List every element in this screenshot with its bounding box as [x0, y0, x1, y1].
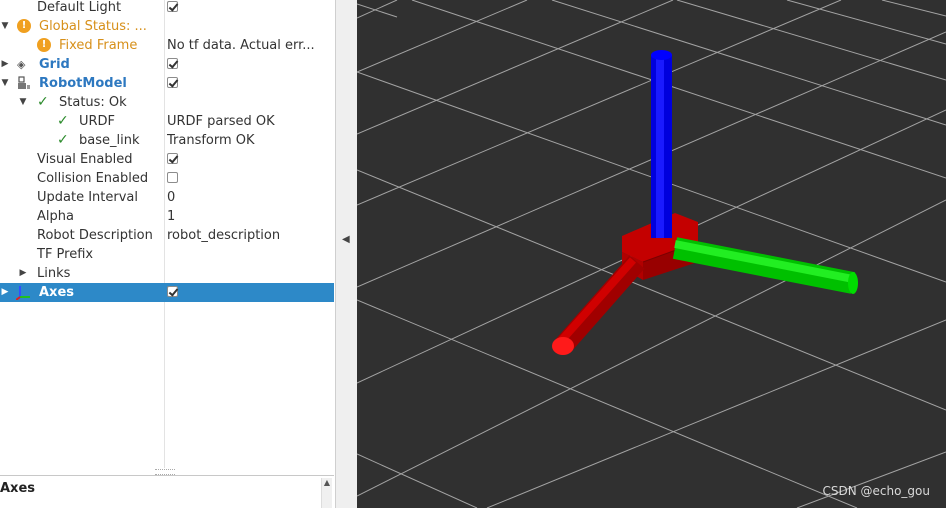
links-label: Links [37, 266, 71, 281]
base-link-value: Transform OK [167, 133, 255, 148]
tree-row-urdf[interactable]: ✓ URDF URDF parsed OK [0, 112, 334, 131]
update-interval-label: Update Interval [37, 190, 138, 205]
robot-icon [18, 76, 30, 89]
y-axis-green [672, 237, 858, 294]
tree-row-axes[interactable]: ▶ Axes [0, 283, 334, 302]
grid-label: Grid [39, 57, 70, 72]
checkmark-icon: ✓ [57, 113, 69, 129]
expand-arrow-down-icon[interactable]: ▼ [18, 93, 28, 112]
alpha-label: Alpha [37, 209, 74, 224]
description-title: Axes [0, 481, 36, 496]
expand-arrow-down-icon[interactable]: ▼ [0, 74, 10, 93]
tree-row-update-interval[interactable]: Update Interval 0 [0, 188, 334, 207]
warning-icon: ! [37, 38, 51, 52]
panel-collapse-handle[interactable]: ◀ [336, 0, 357, 508]
3d-viewport[interactable]: CSDN @echo_gou [357, 0, 946, 508]
tree-row-grid[interactable]: ▶ ◈ Grid [0, 55, 334, 74]
tf-prefix-label: TF Prefix [37, 247, 94, 262]
expand-arrow-down-icon[interactable]: ▼ [0, 17, 10, 36]
warning-icon: ! [17, 19, 31, 33]
collapse-arrow-left-icon[interactable]: ◀ [342, 234, 350, 245]
collision-enabled-label: Collision Enabled [37, 171, 149, 186]
urdf-value: URDF parsed OK [167, 114, 275, 129]
robot-description-value[interactable]: robot_description [167, 226, 280, 245]
checkmark-icon: ✓ [57, 132, 69, 148]
tree-row-status-ok[interactable]: ▼ ✓ Status: Ok [0, 93, 334, 112]
x-axis-red [552, 255, 645, 355]
scene-svg[interactable] [357, 0, 946, 508]
base-link-label: base_link [79, 133, 140, 148]
status-ok-label: Status: Ok [59, 95, 127, 110]
description-panel: Axes ▲ [0, 475, 334, 508]
visual-enabled-label: Visual Enabled [37, 152, 133, 167]
tree-row-robot-description[interactable]: Robot Description robot_description [0, 226, 334, 245]
grid-checkbox[interactable] [167, 58, 178, 69]
displays-panel: Default Light ▼ ! Global Status: ... ! F… [0, 0, 336, 508]
axes-checkbox[interactable] [167, 286, 178, 297]
alpha-value[interactable]: 1 [167, 207, 175, 226]
urdf-label: URDF [79, 114, 116, 129]
tree-row-visual-enabled[interactable]: Visual Enabled [0, 150, 334, 169]
robot-model-checkbox[interactable] [167, 77, 178, 88]
grid-icon: ◈ [17, 58, 26, 71]
displays-tree: Default Light ▼ ! Global Status: ... ! F… [0, 0, 334, 468]
update-interval-value[interactable]: 0 [167, 188, 175, 207]
robot-description-label: Robot Description [37, 228, 153, 243]
expand-arrow-right-icon[interactable]: ▶ [0, 55, 10, 74]
tree-row-global-status[interactable]: ▼ ! Global Status: ... [0, 17, 334, 36]
description-scrollbar[interactable]: ▲ [321, 478, 332, 508]
tree-row-default-light[interactable]: Default Light [0, 0, 334, 17]
tree-row-robot-model[interactable]: ▼ RobotModel [0, 74, 334, 93]
scroll-up-icon[interactable]: ▲ [322, 478, 332, 487]
tree-row-base-link[interactable]: ✓ base_link Transform OK [0, 131, 334, 150]
axes-label: Axes [39, 285, 75, 300]
tree-row-fixed-frame[interactable]: ! Fixed Frame No tf data. Actual err... [0, 36, 334, 55]
tree-row-alpha[interactable]: Alpha 1 [0, 207, 334, 226]
expand-arrow-right-icon[interactable]: ▶ [18, 264, 28, 283]
fixed-frame-value: No tf data. Actual err... [167, 38, 315, 53]
z-axis-blue [651, 50, 672, 238]
collision-enabled-checkbox[interactable] [167, 172, 178, 183]
tree-row-links[interactable]: ▶ Links [0, 264, 334, 283]
robot-model-label: RobotModel [39, 76, 127, 91]
fixed-frame-label: Fixed Frame [59, 38, 138, 53]
watermark-text: CSDN @echo_gou [822, 484, 930, 498]
checkmark-icon: ✓ [37, 94, 49, 110]
global-status-label: Global Status: ... [39, 19, 147, 34]
visual-enabled-checkbox[interactable] [167, 153, 178, 164]
tree-row-tf-prefix[interactable]: TF Prefix [0, 245, 334, 264]
default-light-checkbox[interactable] [167, 1, 178, 12]
expand-arrow-right-icon[interactable]: ▶ [0, 283, 10, 302]
tree-row-collision-enabled[interactable]: Collision Enabled [0, 169, 334, 188]
axes-icon [16, 286, 30, 300]
default-light-label: Default Light [37, 0, 122, 15]
